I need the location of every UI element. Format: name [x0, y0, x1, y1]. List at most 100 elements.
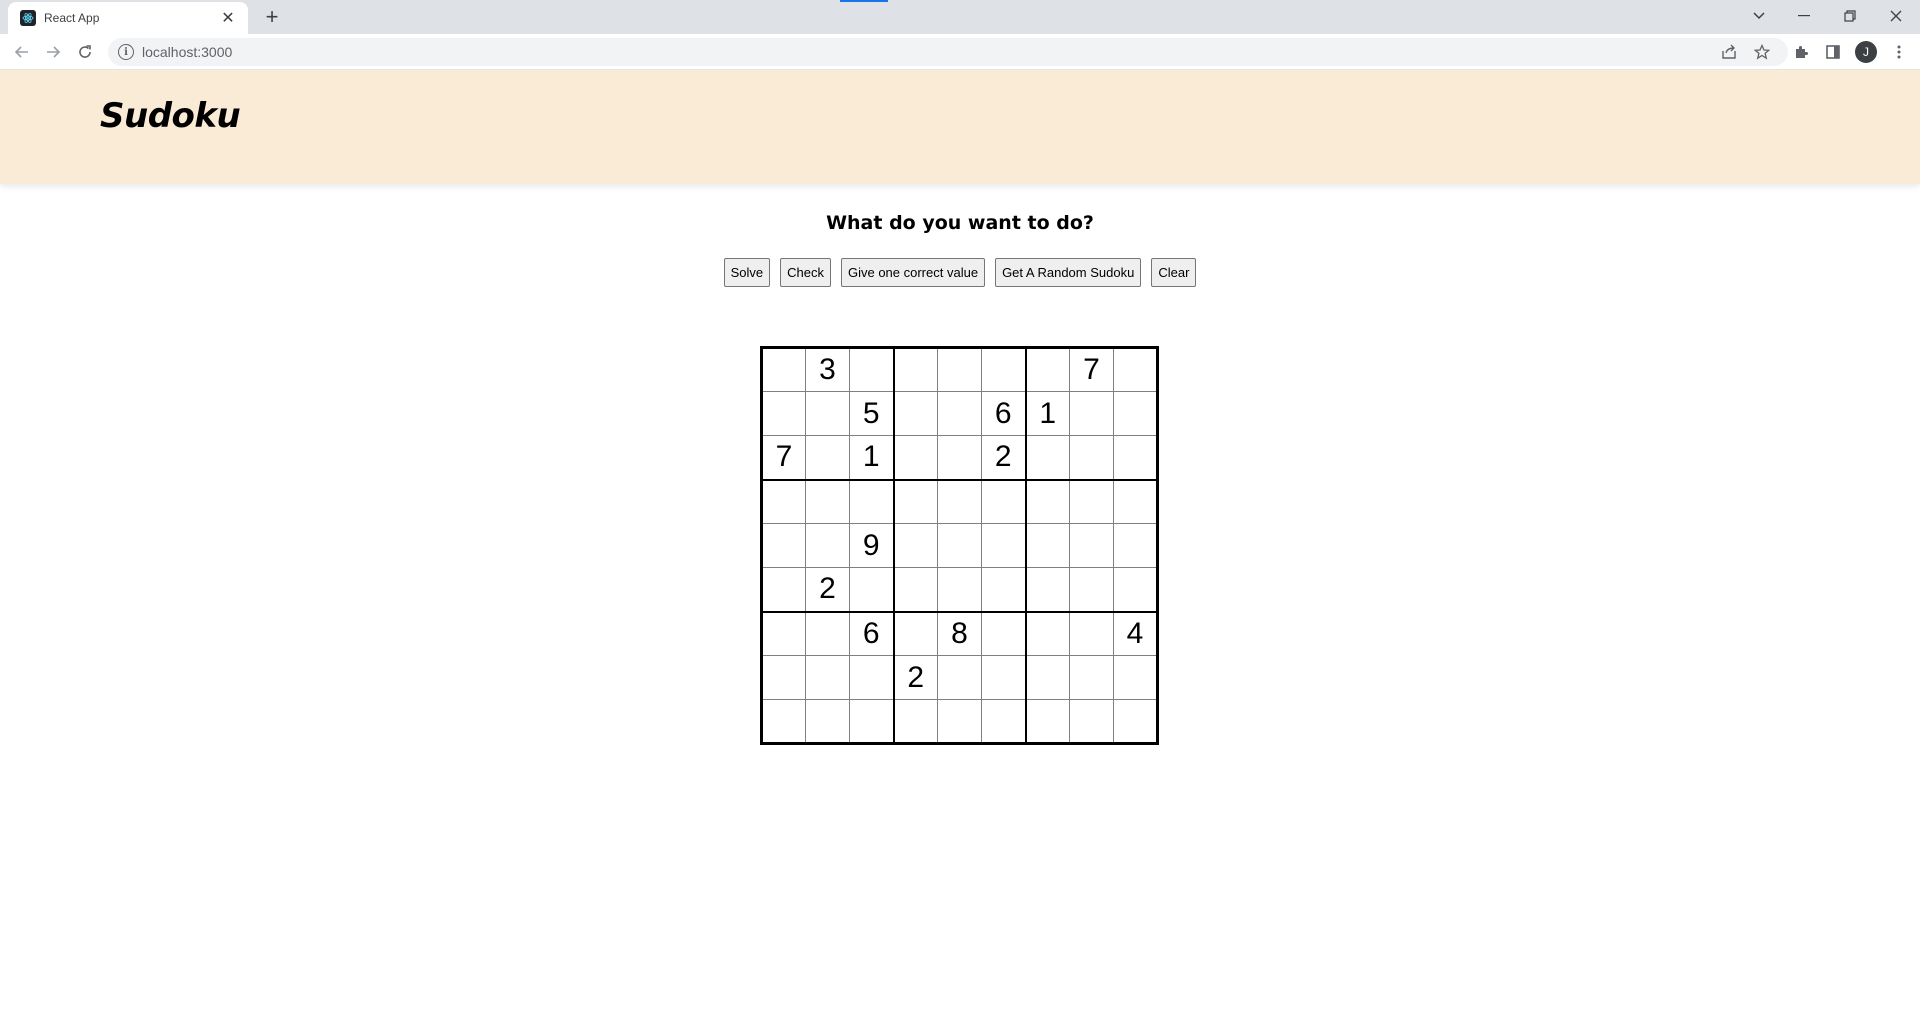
sudoku-cell[interactable]: [805, 523, 850, 568]
sudoku-cell[interactable]: [1024, 347, 1070, 392]
sudoku-cell[interactable]: [1024, 435, 1070, 480]
bookmark-star-icon[interactable]: [1751, 41, 1773, 63]
solve-button[interactable]: Solve: [723, 258, 771, 287]
restore-icon[interactable]: [1836, 4, 1864, 28]
sudoku-cell[interactable]: [892, 523, 938, 568]
sudoku-cell[interactable]: 7: [1069, 347, 1114, 392]
sudoku-cell[interactable]: [1113, 347, 1158, 392]
sudoku-cell[interactable]: [981, 567, 1026, 612]
sudoku-cell[interactable]: [981, 699, 1026, 744]
close-window-icon[interactable]: [1882, 4, 1910, 28]
sudoku-cell[interactable]: 4: [1113, 610, 1158, 656]
sudoku-cell[interactable]: [761, 478, 806, 524]
sudoku-cell[interactable]: [849, 655, 894, 700]
sudoku-cell[interactable]: [1024, 567, 1070, 612]
sudoku-cell[interactable]: [805, 655, 850, 700]
sudoku-cell[interactable]: [1113, 391, 1158, 436]
tab-close-icon[interactable]: ✕: [218, 8, 238, 28]
sudoku-cell[interactable]: [892, 478, 938, 524]
sudoku-cell[interactable]: 2: [805, 567, 850, 612]
sudoku-cell[interactable]: [1024, 610, 1070, 656]
sudoku-cell[interactable]: [1113, 478, 1158, 524]
sudoku-cell[interactable]: [937, 567, 982, 612]
sudoku-cell[interactable]: [981, 347, 1026, 392]
sudoku-cell[interactable]: [1113, 435, 1158, 480]
sudoku-cell[interactable]: 6: [981, 391, 1026, 436]
sudoku-cell[interactable]: [1069, 478, 1114, 524]
sudoku-cell[interactable]: [937, 478, 982, 524]
sudoku-cell[interactable]: [761, 347, 806, 392]
random-sudoku-button[interactable]: Get A Random Sudoku: [995, 258, 1142, 287]
side-panel-icon[interactable]: [1822, 41, 1844, 63]
sudoku-cell[interactable]: [1069, 610, 1114, 656]
sudoku-cell[interactable]: 1: [849, 435, 894, 480]
sudoku-cell[interactable]: [849, 478, 894, 524]
site-info-icon[interactable]: i: [118, 44, 134, 60]
minimize-icon[interactable]: [1790, 4, 1818, 28]
sudoku-cell[interactable]: [892, 347, 938, 392]
sudoku-cell[interactable]: [1113, 523, 1158, 568]
sudoku-cell[interactable]: [1113, 699, 1158, 744]
sudoku-cell[interactable]: [892, 435, 938, 480]
clear-button[interactable]: Clear: [1151, 258, 1197, 287]
give-hint-button[interactable]: Give one correct value: [840, 258, 986, 287]
address-bar[interactable]: i localhost:3000: [108, 38, 1788, 66]
sudoku-cell[interactable]: [892, 567, 938, 612]
sudoku-cell[interactable]: [1113, 567, 1158, 612]
sudoku-cell[interactable]: [981, 478, 1026, 524]
sudoku-cell[interactable]: [761, 655, 806, 700]
sudoku-cell[interactable]: 9: [849, 523, 894, 568]
sudoku-cell[interactable]: [981, 655, 1026, 700]
sudoku-cell[interactable]: [761, 699, 806, 744]
reload-icon[interactable]: [73, 40, 97, 64]
sudoku-cell[interactable]: [1069, 523, 1114, 568]
sudoku-cell[interactable]: [1024, 523, 1070, 568]
sudoku-cell[interactable]: [1069, 435, 1114, 480]
profile-avatar[interactable]: J: [1855, 41, 1877, 63]
new-tab-icon[interactable]: +: [260, 5, 284, 29]
sudoku-cell[interactable]: [849, 347, 894, 392]
browser-tab[interactable]: React App ✕: [8, 2, 248, 34]
sudoku-cell[interactable]: [937, 391, 982, 436]
sudoku-cell[interactable]: [981, 610, 1026, 656]
sudoku-cell[interactable]: [761, 567, 806, 612]
sudoku-cell[interactable]: 2: [892, 655, 938, 700]
sudoku-cell[interactable]: [805, 478, 850, 524]
tab-search-icon[interactable]: [1745, 4, 1773, 28]
sudoku-cell[interactable]: 3: [805, 347, 850, 392]
sudoku-cell[interactable]: [937, 699, 982, 744]
sudoku-cell[interactable]: [937, 347, 982, 392]
sudoku-cell[interactable]: [937, 435, 982, 480]
sudoku-cell[interactable]: [892, 391, 938, 436]
sudoku-cell[interactable]: [849, 567, 894, 612]
sudoku-cell[interactable]: [761, 610, 806, 656]
sudoku-cell[interactable]: [849, 699, 894, 744]
sudoku-cell[interactable]: [1069, 391, 1114, 436]
more-menu-icon[interactable]: [1888, 41, 1910, 63]
sudoku-cell[interactable]: [1069, 655, 1114, 700]
sudoku-cell[interactable]: 1: [1024, 391, 1070, 436]
forward-icon[interactable]: [41, 40, 65, 64]
extensions-icon[interactable]: [1790, 41, 1812, 63]
sudoku-cell[interactable]: [761, 391, 806, 436]
sudoku-cell[interactable]: [892, 699, 938, 744]
sudoku-cell[interactable]: 7: [761, 435, 806, 480]
share-icon[interactable]: [1718, 41, 1740, 63]
sudoku-cell[interactable]: 8: [937, 610, 982, 656]
check-button[interactable]: Check: [780, 258, 831, 287]
sudoku-cell[interactable]: [805, 435, 850, 480]
sudoku-cell[interactable]: 2: [981, 435, 1026, 480]
sudoku-cell[interactable]: [805, 391, 850, 436]
sudoku-cell[interactable]: [937, 655, 982, 700]
url-text[interactable]: localhost:3000: [142, 44, 232, 60]
sudoku-cell[interactable]: [805, 610, 850, 656]
sudoku-cell[interactable]: [1113, 655, 1158, 700]
sudoku-cell[interactable]: [981, 523, 1026, 568]
sudoku-cell[interactable]: [892, 610, 938, 656]
sudoku-cell[interactable]: [1024, 478, 1070, 524]
sudoku-cell[interactable]: [805, 699, 850, 744]
sudoku-cell[interactable]: [761, 523, 806, 568]
sudoku-cell[interactable]: [1024, 655, 1070, 700]
back-icon[interactable]: [10, 40, 34, 64]
sudoku-cell[interactable]: [1069, 567, 1114, 612]
